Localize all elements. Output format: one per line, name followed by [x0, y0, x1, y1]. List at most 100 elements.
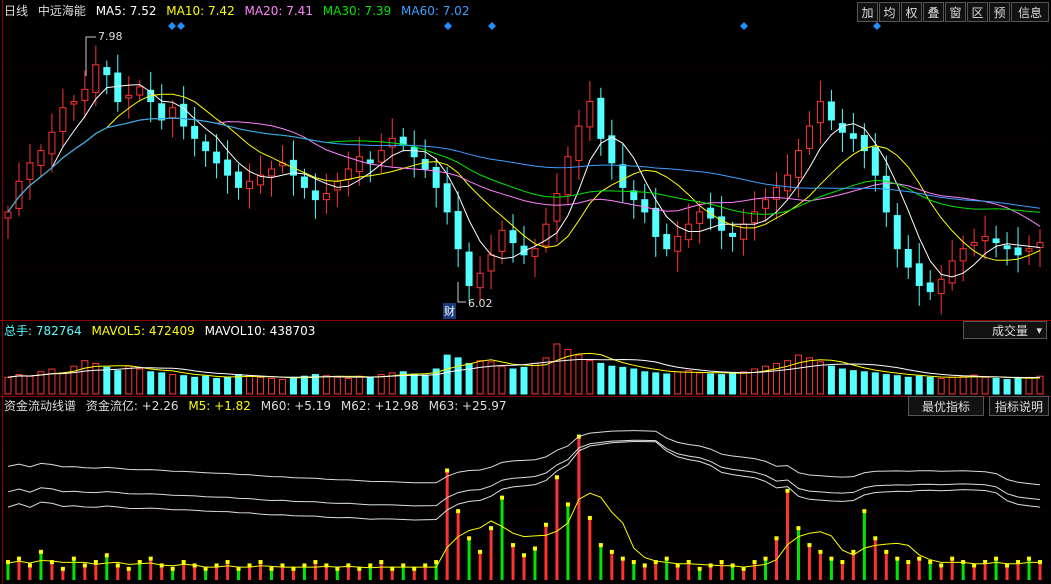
- candle-up: [487, 254, 495, 272]
- flow-peak-dot: [939, 563, 944, 568]
- flow-bar: [599, 546, 603, 580]
- volume-bar-up: [377, 374, 385, 395]
- flow-peak-dot: [522, 553, 526, 558]
- volume-bar-down: [213, 377, 221, 395]
- volume-bar-up: [948, 376, 956, 395]
- candle-down: [311, 190, 319, 201]
- flow-peak-dot: [269, 566, 274, 571]
- indicator-help-button[interactable]: 指标说明: [989, 396, 1049, 416]
- volume-bar-down: [509, 368, 517, 395]
- ma60-value: MA60: 7.02: [401, 4, 470, 18]
- best-indicator-button[interactable]: 最优指标: [908, 396, 984, 416]
- flow-peak-dot: [313, 560, 318, 565]
- candle-down: [421, 159, 429, 170]
- candle-up: [125, 94, 133, 99]
- volume-bar-down: [992, 377, 1000, 395]
- volume-chart[interactable]: [0, 340, 1051, 395]
- financial-report-marker[interactable]: 财: [443, 303, 456, 319]
- toolbar-button-average[interactable]: 均: [879, 2, 900, 22]
- flow-bar: [313, 563, 317, 580]
- candle-down: [926, 282, 934, 293]
- candle-down: [410, 147, 418, 158]
- toolbar-button-rights[interactable]: 权: [901, 2, 922, 22]
- volume-bar-down: [871, 372, 879, 395]
- volume-bar-up: [531, 362, 539, 395]
- candle-up: [674, 235, 682, 252]
- volume-bar-up: [740, 371, 748, 395]
- volume-bar-down: [202, 375, 210, 395]
- volume-bar-up: [333, 376, 341, 395]
- volume-bar-up: [59, 372, 67, 395]
- volume-bar-down: [915, 375, 923, 395]
- volume-bar-down: [443, 354, 451, 395]
- toolbar-button-info[interactable]: 信息: [1011, 2, 1049, 22]
- volume-bar-up: [1025, 376, 1033, 395]
- flow-bar: [906, 563, 910, 580]
- volume-bar-down: [191, 376, 199, 395]
- indicator-name[interactable]: 资金流动线谱: [4, 399, 76, 413]
- mavol10-value: MAVOL10: 438703: [204, 324, 316, 338]
- volume-bar-up: [26, 375, 34, 395]
- flow-bar: [248, 566, 252, 580]
- flow-bar: [939, 566, 943, 580]
- volume-bar-down: [103, 366, 111, 395]
- flow-peak-dot: [928, 560, 933, 565]
- candle-down: [827, 101, 835, 121]
- volume-bar-up: [4, 376, 12, 395]
- volume-bar-up: [246, 375, 254, 395]
- flow-bar: [621, 559, 625, 580]
- flow-bar: [423, 566, 427, 580]
- volume-bar-down: [926, 376, 934, 395]
- period-label[interactable]: 日线: [4, 4, 28, 18]
- candle-down: [103, 67, 111, 76]
- ma10-value: MA10: 7.42: [166, 4, 235, 18]
- toolbar-button-window[interactable]: 窗: [945, 2, 966, 22]
- volume-bar-down: [410, 373, 418, 395]
- flow-bar: [357, 569, 361, 580]
- toolbar-button-add[interactable]: 加: [857, 2, 878, 22]
- candle-up: [377, 150, 385, 163]
- candle-up: [476, 272, 484, 289]
- flow-bar: [489, 529, 493, 580]
- flow-bar: [412, 569, 416, 580]
- candle-down: [213, 151, 221, 164]
- volume-bar-up: [257, 376, 265, 395]
- volume-dropdown[interactable]: 成交量 ▾: [963, 321, 1047, 339]
- flow-bar: [961, 563, 965, 580]
- flow-bar: [291, 569, 295, 580]
- flow-bar: [478, 552, 482, 580]
- volume-bar-up: [937, 377, 945, 395]
- flow-peak-dot: [6, 560, 10, 565]
- flow-peak-dot: [785, 488, 790, 493]
- candle-up: [531, 248, 539, 257]
- volume-bar-up: [674, 371, 682, 395]
- volume-bar-down: [300, 375, 308, 395]
- volume-bar-down: [718, 374, 726, 395]
- divider-price-volume: [0, 320, 1051, 321]
- toolbar-button-overlay[interactable]: 叠: [923, 2, 944, 22]
- volume-bar-up: [92, 362, 100, 395]
- price-chart[interactable]: [0, 20, 1051, 320]
- candle-down: [224, 159, 232, 176]
- volume-bar-up: [355, 375, 363, 395]
- candle-up: [696, 211, 704, 224]
- flow-bar: [632, 563, 636, 580]
- flow-bar: [138, 563, 142, 580]
- candle-up: [333, 180, 341, 191]
- volume-bar-up: [169, 374, 177, 395]
- flow-peak-dot: [587, 515, 592, 520]
- candle-down: [114, 72, 122, 103]
- candle-up: [970, 242, 978, 246]
- toolbar-button-range[interactable]: 区: [967, 2, 988, 22]
- flow-peak-dot: [609, 549, 614, 554]
- flow-peak-dot: [60, 566, 65, 571]
- candle-down: [1003, 245, 1011, 250]
- flow-bar: [522, 556, 526, 580]
- volume-bar-up: [685, 370, 693, 395]
- high-price-label: 7.98: [98, 30, 123, 43]
- candle-up: [740, 223, 748, 240]
- indicator-chart[interactable]: [0, 416, 1051, 582]
- toolbar-button-forecast[interactable]: 预: [989, 2, 1010, 22]
- m5-value: M5: +1.82: [188, 399, 251, 413]
- flow-peak-dot: [170, 566, 175, 571]
